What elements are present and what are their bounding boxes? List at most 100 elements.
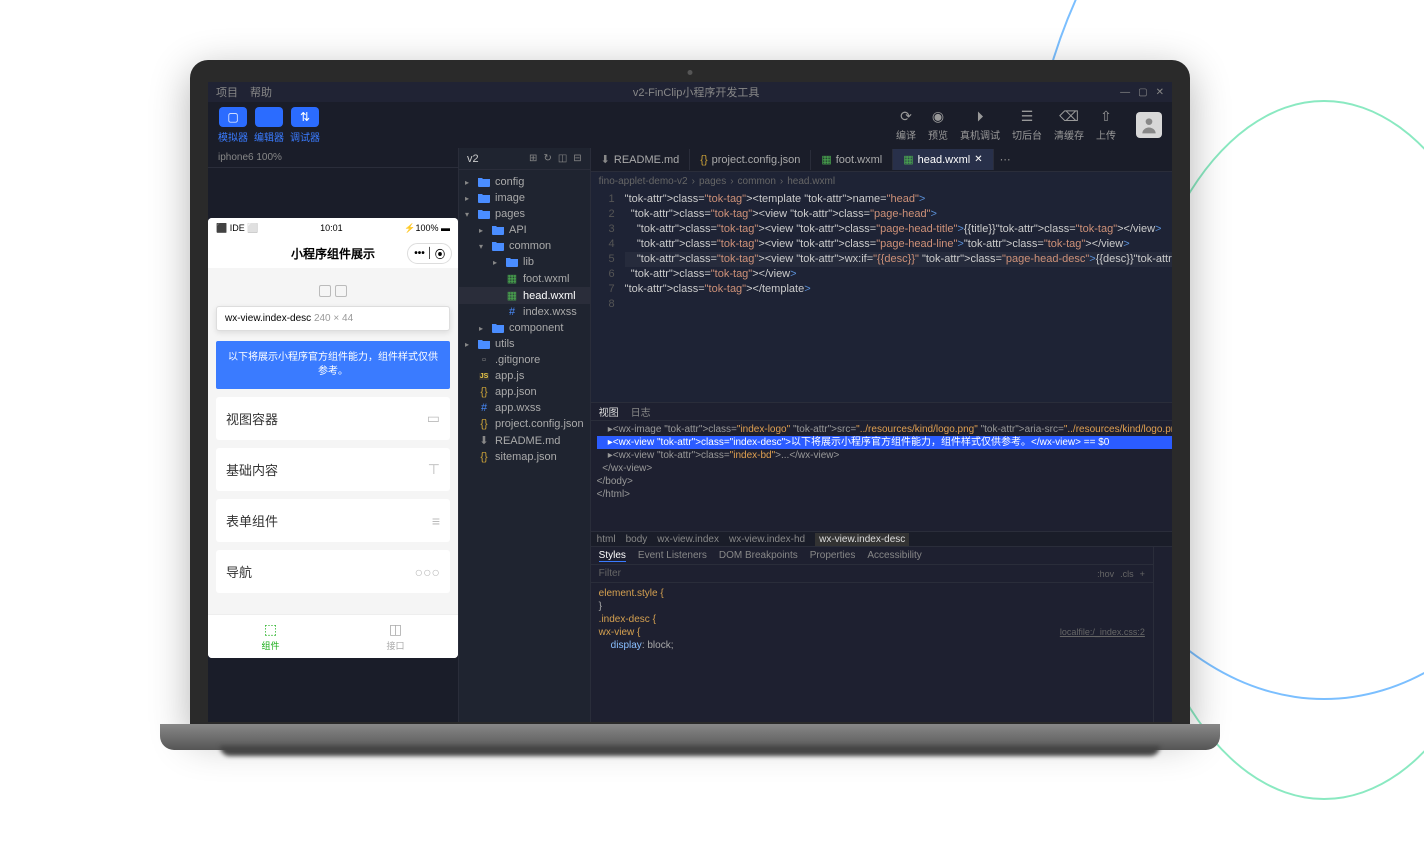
dom-line-0[interactable]: ▸<wx-image "tok-attr">class="index-logo"…	[597, 423, 1172, 436]
filter-op-0[interactable]: :hov	[1097, 569, 1114, 579]
editor-tab-0[interactable]: ⬇ README.md	[591, 149, 691, 170]
json-icon: {}	[477, 418, 491, 430]
editor-tab-3[interactable]: ▦ head.wxml✕	[893, 149, 993, 170]
toolbar-right-btn-0[interactable]: ⟳编译	[896, 108, 916, 142]
filter-op-1[interactable]: .cls	[1120, 569, 1134, 579]
tabbar-item-1[interactable]: ◫接口	[333, 615, 458, 658]
tree-node-index-wxss[interactable]: # index.wxss	[459, 304, 590, 320]
toolbar-right-btn-1[interactable]: ◉预览	[928, 108, 948, 142]
editor-tabs: ⬇ README.md {} project.config.json ▦ foo…	[591, 148, 1172, 172]
minimize-icon[interactable]: —	[1120, 87, 1130, 98]
dom-line-2[interactable]: ▸<wx-view "tok-attr">class="index-bd">..…	[597, 449, 1172, 462]
tree-node-project-config-json[interactable]: {} project.config.json	[459, 416, 590, 432]
dom-tree[interactable]: ▸<wx-image "tok-attr">class="index-logo"…	[591, 421, 1172, 531]
folder-icon	[505, 257, 519, 267]
ft-header-icon-3[interactable]: ⊟	[573, 153, 581, 164]
toolbar-right-btn-5[interactable]: ⇧上传	[1096, 108, 1116, 142]
style-tab-2[interactable]: DOM Breakpoints	[719, 550, 798, 561]
tree-node-app-json[interactable]: {} app.json	[459, 384, 590, 400]
tree-node-API[interactable]: ▸ API	[459, 222, 590, 238]
editor-column: ⬇ README.md {} project.config.json ▦ foo…	[591, 148, 1172, 722]
breadcrumb-2[interactable]: common	[738, 176, 776, 187]
tabs-more-icon[interactable]: ⋯	[994, 153, 1017, 166]
code-editor[interactable]: 12345678 "tok-attr">class="tok-tag"><tem…	[591, 190, 1172, 402]
status-time: 10:01	[320, 223, 343, 233]
tree-node-component[interactable]: ▸ component	[459, 320, 590, 336]
sim-list-item-3[interactable]: 导航○○○	[216, 550, 450, 593]
tree-node-README-md[interactable]: ⬇ README.md	[459, 432, 590, 449]
capsule-menu[interactable]: •••│⦿	[407, 243, 452, 264]
style-tab-3[interactable]: Properties	[810, 550, 856, 561]
dom-crumb-2[interactable]: wx-view.index	[657, 534, 719, 545]
sim-list-item-0[interactable]: 视图容器▭	[216, 397, 450, 440]
dom-crumb-0[interactable]: html	[597, 534, 616, 545]
tree-node-app-wxss[interactable]: # app.wxss	[459, 400, 590, 416]
tree-node-lib[interactable]: ▸ lib	[459, 254, 590, 270]
simulator-device-label[interactable]: iphone6 100%	[208, 148, 458, 168]
tree-node-common[interactable]: ▾ common	[459, 238, 590, 254]
dom-line-4[interactable]: </body>	[597, 475, 1172, 488]
menu-project[interactable]: 项目	[216, 84, 238, 100]
tree-node-pages[interactable]: ▾ pages	[459, 206, 590, 222]
toolbar-left-btn-1[interactable]: 编辑器	[254, 107, 284, 144]
project-root-label[interactable]: v2	[467, 153, 479, 165]
devtools-tab-view[interactable]: 视图	[599, 404, 619, 419]
tree-node-app-js[interactable]: JS app.js	[459, 368, 590, 384]
folder-icon	[491, 323, 505, 333]
tree-node-sitemap-json[interactable]: {} sitemap.json	[459, 449, 590, 465]
tabbar-item-0[interactable]: ⬚组件	[208, 615, 333, 658]
dom-line-5[interactable]: </html>	[597, 488, 1172, 501]
dom-crumb-1[interactable]: body	[626, 534, 648, 545]
ft-header-icon-1[interactable]: ↻	[543, 153, 551, 164]
tree-node-config[interactable]: ▸ config	[459, 174, 590, 190]
breadcrumbs: fino-applet-demo-v2›pages›common›head.wx…	[591, 172, 1172, 190]
tab-close-icon[interactable]: ✕	[974, 154, 982, 165]
dom-line-1[interactable]: ▸<wx-view "tok-attr">class="index-desc">…	[597, 436, 1172, 449]
styles-filter-input[interactable]: Filter	[599, 568, 621, 579]
filter-op-2[interactable]: +	[1140, 569, 1145, 579]
phone-header: 小程序组件展示 •••│⦿	[208, 238, 458, 268]
maximize-icon[interactable]: ▢	[1138, 87, 1147, 98]
tree-node--gitignore[interactable]: ▫ .gitignore	[459, 352, 590, 368]
toolbar-right-btn-4[interactable]: ⌫清缓存	[1054, 108, 1084, 142]
ft-header-icon-0[interactable]: ⊞	[529, 153, 537, 164]
dom-line-3[interactable]: </wx-view>	[597, 462, 1172, 475]
editor-tab-1[interactable]: {} project.config.json	[690, 150, 811, 170]
css-rules[interactable]: element.style {}.index-desc {</span></di…	[591, 583, 1153, 722]
style-tab-1[interactable]: Event Listeners	[638, 550, 707, 561]
sim-list-item-1[interactable]: 基础内容⊤	[216, 448, 450, 491]
js-icon: JS	[477, 373, 491, 380]
phone-tabbar: ⬚组件 ◫接口	[208, 614, 458, 658]
toolbar-left-btn-2[interactable]: ⇅ 调试器	[290, 107, 320, 144]
dom-crumb-3[interactable]: wx-view.index-hd	[729, 534, 805, 545]
dom-crumb-4[interactable]: wx-view.index-desc	[815, 533, 909, 546]
laptop-camera	[688, 70, 693, 75]
tree-node-image[interactable]: ▸ image	[459, 190, 590, 206]
editor-tab-2[interactable]: ▦ foot.wxml	[811, 149, 893, 170]
toolbar-right-btn-2[interactable]: ⏵真机调试	[960, 108, 1000, 142]
close-icon[interactable]: ✕	[1156, 87, 1164, 98]
menu-help[interactable]: 帮助	[250, 84, 272, 100]
toolbar-right-btn-3[interactable]: ☰切后台	[1012, 108, 1042, 142]
breadcrumb-3[interactable]: head.wxml	[787, 176, 835, 187]
style-tab-0[interactable]: Styles	[599, 550, 626, 562]
avatar[interactable]	[1136, 112, 1162, 138]
devtools-tab-log[interactable]: 日志	[631, 404, 651, 419]
folder-icon	[477, 177, 491, 187]
tree-node-foot-wxml[interactable]: ▦ foot.wxml	[459, 270, 590, 287]
file-icon: ▦	[821, 153, 831, 166]
sim-list-item-2[interactable]: 表单组件≡	[216, 499, 450, 542]
folder-icon	[491, 225, 505, 235]
highlighted-desc[interactable]: 以下将展示小程序官方组件能力，组件样式仅供参考。	[216, 341, 450, 389]
status-battery: ⚡100% ▬	[404, 223, 450, 234]
style-tab-4[interactable]: Accessibility	[867, 550, 921, 561]
toolbar-left-btn-0[interactable]: ▢ 模拟器	[218, 107, 248, 144]
ft-header-icon-2[interactable]: ◫	[558, 153, 567, 164]
breadcrumb-1[interactable]: pages	[699, 176, 726, 187]
breadcrumb-0[interactable]: fino-applet-demo-v2	[599, 176, 688, 187]
tree-node-head-wxml[interactable]: ▦ head.wxml	[459, 287, 590, 304]
wxss-icon: #	[505, 306, 519, 318]
tree-node-utils[interactable]: ▸ utils	[459, 336, 590, 352]
phone-title: 小程序组件展示	[291, 245, 375, 262]
tooltip-element: wx-view.index-desc	[225, 313, 311, 324]
